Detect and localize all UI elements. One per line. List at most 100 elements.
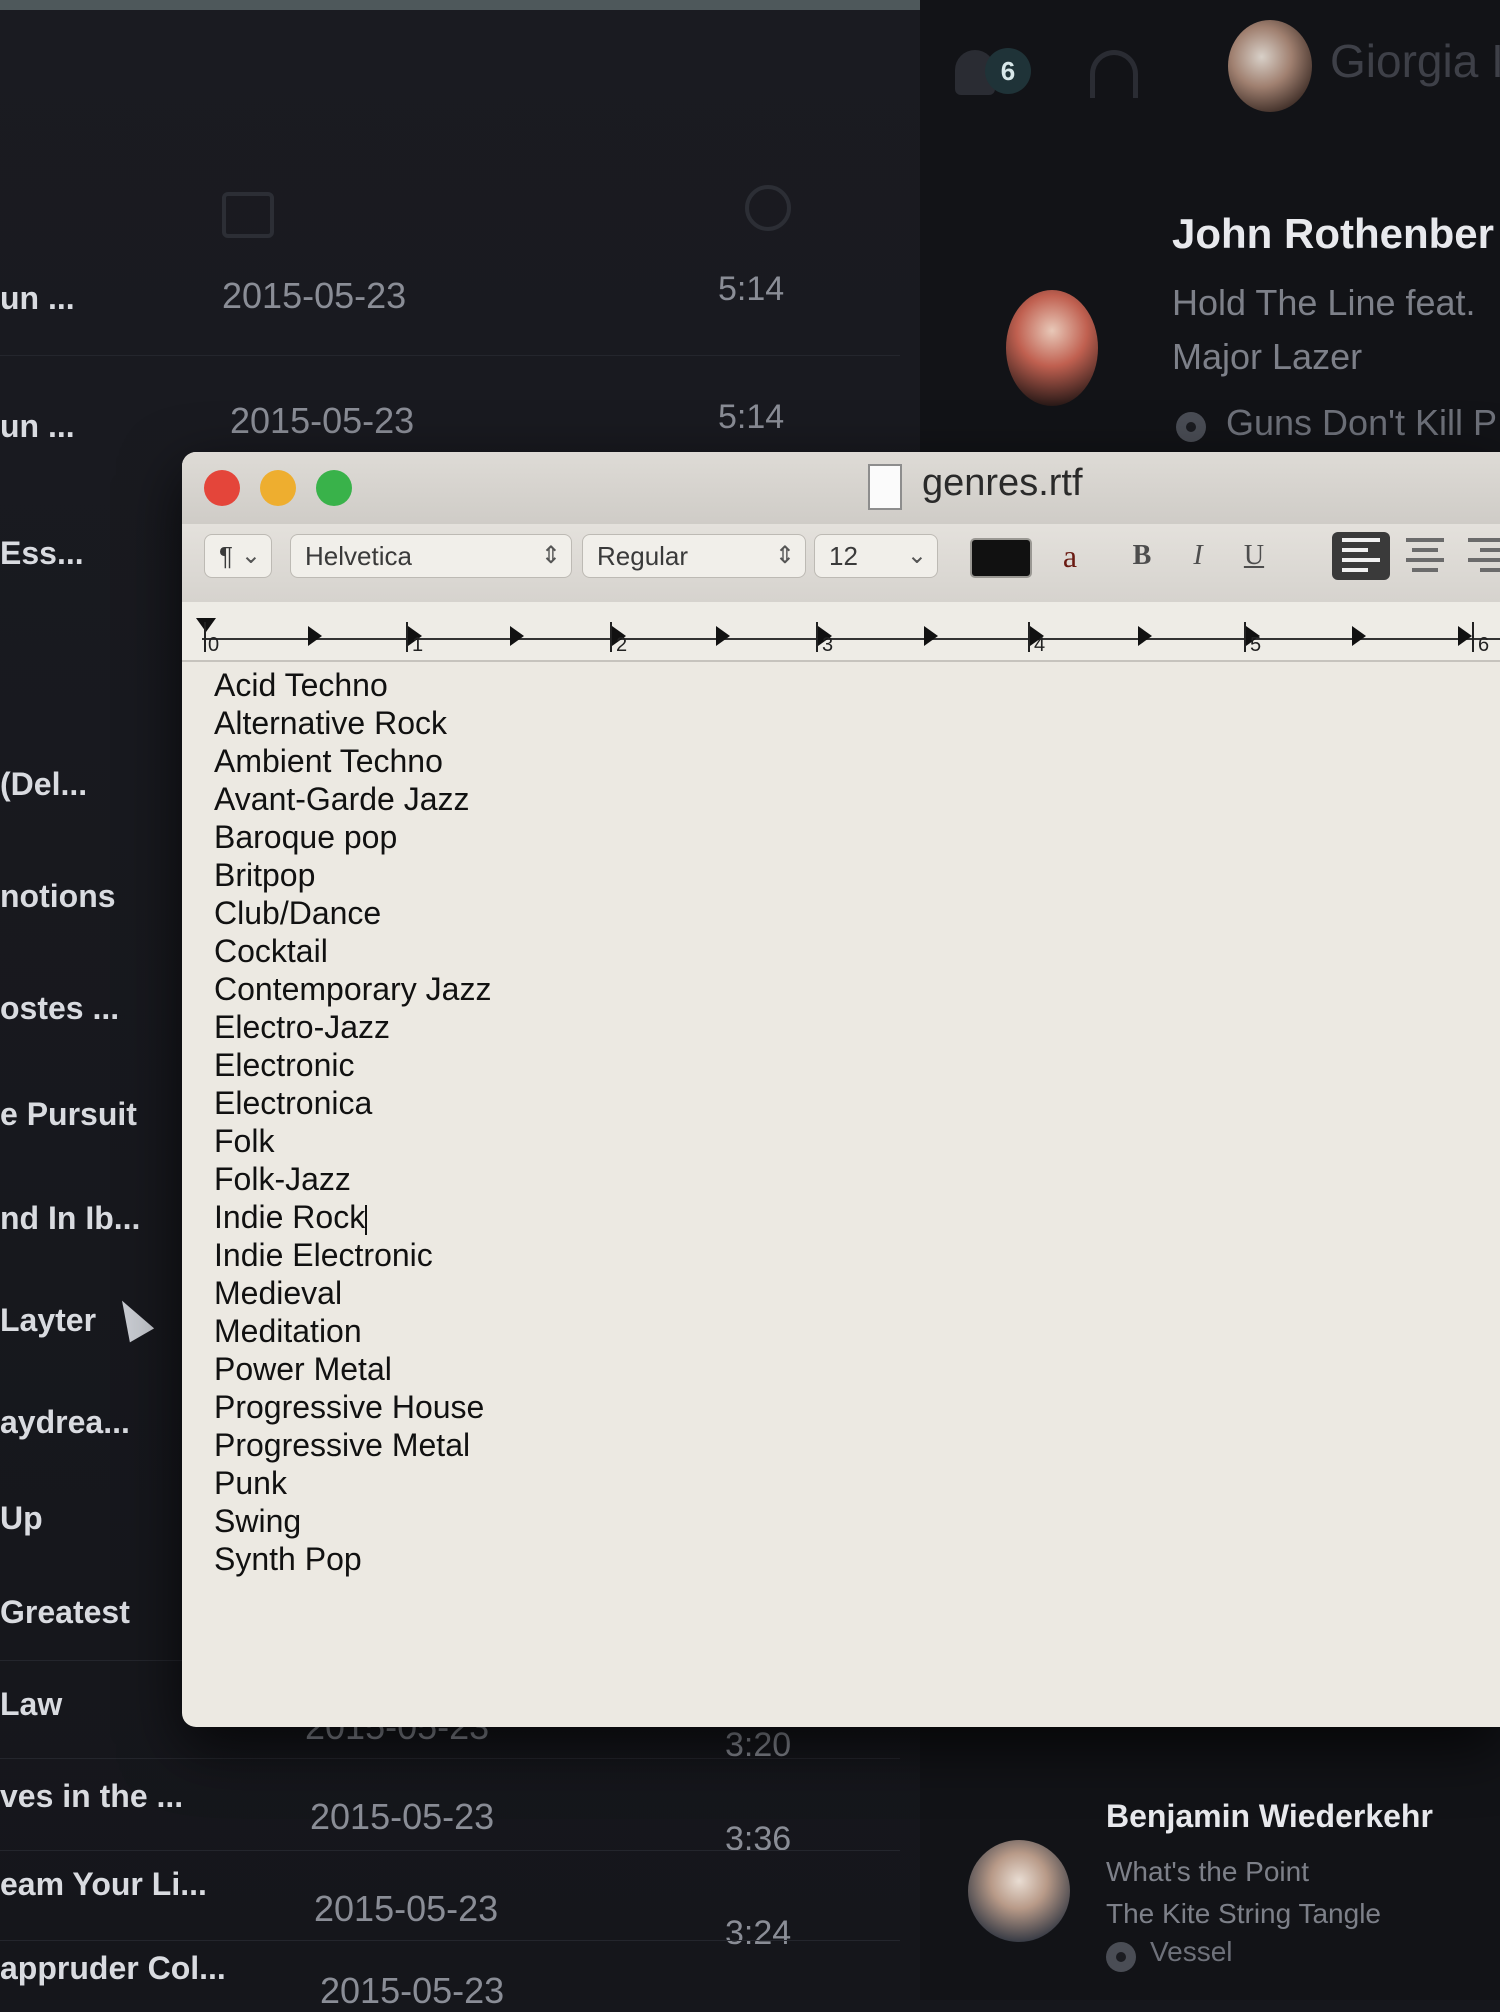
align-right-button[interactable] xyxy=(1458,532,1500,580)
ruler-number: 1 xyxy=(412,634,424,656)
activity-track[interactable]: What's the Point xyxy=(1106,1856,1309,1888)
genre-line[interactable]: Medieval xyxy=(214,1274,491,1312)
track-title[interactable]: Ess... xyxy=(0,535,84,572)
document-body[interactable]: Acid Techno Alternative Rock Ambient Techn… xyxy=(214,666,491,1578)
genre-line[interactable]: Folk-Jazz xyxy=(214,1160,491,1198)
font-style-value: Regular xyxy=(597,541,689,571)
genre-line[interactable]: Ambient Techno xyxy=(214,742,491,780)
genre-line[interactable]: Baroque pop xyxy=(214,818,491,856)
genre-line[interactable]: Electronic xyxy=(214,1046,491,1084)
activity-album[interactable]: Vessel xyxy=(1150,1936,1233,1968)
headphones-icon[interactable] xyxy=(1090,50,1138,98)
tab-stop-marker[interactable] xyxy=(1138,626,1152,646)
align-left-button[interactable] xyxy=(1332,532,1390,580)
genre-line[interactable]: Acid Techno xyxy=(214,666,491,704)
close-button[interactable] xyxy=(204,470,240,506)
chevron-down-icon: ⌄ xyxy=(906,542,927,569)
genre-line[interactable]: Indie Rock xyxy=(214,1198,491,1236)
bold-button[interactable]: B xyxy=(1118,534,1166,578)
track-title[interactable]: aydrea... xyxy=(0,1404,130,1441)
genre-line[interactable]: Contemporary Jazz xyxy=(214,970,491,1008)
track-date: 2015-05-23 xyxy=(230,400,415,441)
ruler-tick xyxy=(204,622,206,652)
font-size-value: 12 xyxy=(829,541,858,571)
tab-stop-marker[interactable] xyxy=(510,626,524,646)
align-center-button[interactable] xyxy=(1396,532,1454,580)
ruler-number: 2 xyxy=(616,634,628,656)
user-avatar[interactable] xyxy=(1228,20,1312,112)
track-date: 2015-05-23 xyxy=(320,1970,505,2011)
text-color-well[interactable] xyxy=(970,538,1032,578)
window-titlebar[interactable]: genres.rtf xyxy=(182,452,1500,524)
tab-stop-marker[interactable] xyxy=(308,626,322,646)
activity-artist[interactable]: Benjamin Wiederkehr xyxy=(1106,1798,1433,1835)
track-title[interactable]: ostes ... xyxy=(0,990,119,1027)
row-divider xyxy=(0,1850,900,1851)
genre-line[interactable]: Britpop xyxy=(214,856,491,894)
track-title[interactable]: e Pursuit xyxy=(0,1096,137,1133)
first-line-indent-marker[interactable] xyxy=(196,618,216,632)
track-title[interactable]: un ... xyxy=(0,408,75,445)
tab-stop-marker[interactable] xyxy=(924,626,938,646)
genre-line[interactable]: Club/Dance xyxy=(214,894,491,932)
track-title[interactable]: ves in the ... xyxy=(0,1778,183,1815)
ruler-tick xyxy=(816,622,818,652)
genre-line[interactable]: Alternative Rock xyxy=(214,704,491,742)
genre-line[interactable]: Folk xyxy=(214,1122,491,1160)
activity-track[interactable]: Hold The Line feat. xyxy=(1172,282,1476,324)
activity-album[interactable]: Guns Don't Kill P xyxy=(1226,402,1497,444)
track-date: 2015-05-23 xyxy=(310,1796,495,1837)
genre-line[interactable]: Power Metal xyxy=(214,1350,491,1388)
genre-line[interactable]: Swing xyxy=(214,1502,491,1540)
document-icon xyxy=(868,464,902,510)
track-title[interactable]: Up xyxy=(0,1500,43,1537)
user-name[interactable]: Giorgia I xyxy=(1330,34,1500,88)
underline-button[interactable]: U xyxy=(1230,534,1278,578)
tab-stop-marker[interactable] xyxy=(1458,626,1472,646)
genre-line[interactable]: Indie Electronic xyxy=(214,1236,491,1274)
clock-icon[interactable] xyxy=(745,185,791,231)
genre-line[interactable]: Electronica xyxy=(214,1084,491,1122)
row-divider xyxy=(0,355,900,356)
track-duration: 3:36 xyxy=(725,1820,792,1858)
tab-stop-marker[interactable] xyxy=(716,626,730,646)
tab-stop-marker[interactable] xyxy=(1352,626,1366,646)
genre-line[interactable]: Electro-Jazz xyxy=(214,1008,491,1046)
genre-line[interactable]: Avant-Garde Jazz xyxy=(214,780,491,818)
track-title[interactable]: Law xyxy=(0,1686,62,1723)
genre-line[interactable]: Meditation xyxy=(214,1312,491,1350)
genre-line[interactable]: Punk xyxy=(214,1464,491,1502)
genre-line[interactable]: Progressive Metal xyxy=(214,1426,491,1464)
track-title[interactable]: un ... xyxy=(0,280,75,317)
font-size-combo[interactable]: 12 ⌄ xyxy=(814,534,938,578)
row-divider xyxy=(0,1940,900,1941)
artist-photo[interactable] xyxy=(1006,290,1098,406)
italic-button[interactable]: I xyxy=(1174,534,1222,578)
track-title[interactable]: notions xyxy=(0,878,116,915)
genre-line[interactable]: Synth Pop xyxy=(214,1540,491,1578)
activity-artist[interactable]: John Rothenber xyxy=(1172,210,1494,258)
activity-track-artist[interactable]: Major Lazer xyxy=(1172,336,1362,378)
track-title[interactable]: Greatest xyxy=(0,1594,130,1631)
ruler-tick xyxy=(610,622,612,652)
track-title[interactable]: (Del... xyxy=(0,766,87,803)
background-color-well[interactable]: a xyxy=(1044,536,1096,576)
font-style-select[interactable]: Regular ⇕ xyxy=(582,534,806,578)
track-duration: 3:24 xyxy=(725,1914,792,1952)
font-family-select[interactable]: Helvetica ⇕ xyxy=(290,534,572,578)
activity-track-artist[interactable]: The Kite String Tangle xyxy=(1106,1898,1381,1930)
ruler[interactable]: 0 1 2 3 4 5 6 xyxy=(182,602,1500,662)
minimize-button[interactable] xyxy=(260,470,296,506)
zoom-button[interactable] xyxy=(316,470,352,506)
track-title[interactable]: appruder Col... xyxy=(0,1950,226,1987)
textedit-window[interactable]: genres.rtf ¶ ⌄ Helvetica ⇕ Regular ⇕ 12 … xyxy=(182,452,1500,1727)
genre-line[interactable]: Cocktail xyxy=(214,932,491,970)
chevron-down-icon: ⌄ xyxy=(240,542,261,569)
track-title[interactable]: Layter xyxy=(0,1302,96,1339)
artist-photo[interactable] xyxy=(968,1840,1070,1942)
calendar-icon[interactable] xyxy=(222,192,274,238)
track-title[interactable]: nd In Ib... xyxy=(0,1200,140,1237)
track-title[interactable]: eam Your Li... xyxy=(0,1866,207,1903)
paragraph-style-menu[interactable]: ¶ ⌄ xyxy=(204,534,272,578)
genre-line[interactable]: Progressive House xyxy=(214,1388,491,1426)
